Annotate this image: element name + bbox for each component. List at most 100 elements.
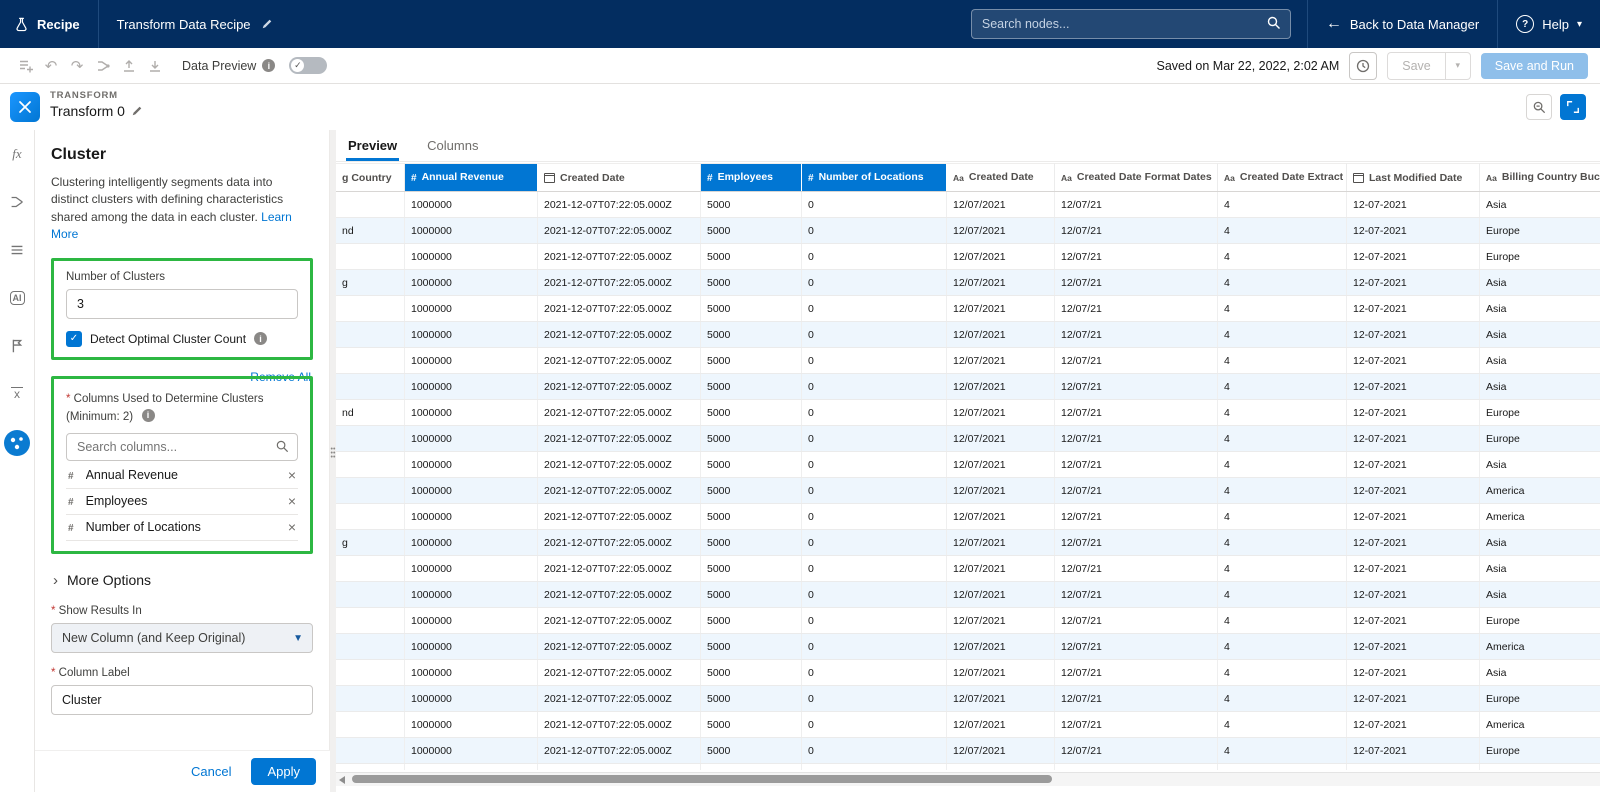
apply-button[interactable]: Apply — [251, 758, 316, 785]
number-of-clusters-input[interactable] — [66, 288, 298, 319]
scroll-left-icon[interactable] — [339, 776, 345, 784]
bucket-icon[interactable] — [5, 238, 29, 262]
formula-icon[interactable]: fx — [5, 142, 29, 166]
edit-title-icon[interactable] — [261, 18, 273, 30]
table-cell: 5000 — [700, 425, 802, 452]
download-icon[interactable] — [142, 54, 168, 78]
column-header-billing-country-bucket[interactable]: Billing Country Bucket — [1479, 163, 1600, 192]
remove-column-icon[interactable]: × — [288, 519, 296, 535]
info-icon[interactable]: i — [254, 332, 268, 346]
help-menu[interactable]: ? Help ▾ — [1498, 0, 1600, 48]
column-header-created-date-format-dates[interactable]: Created Date Format Dates — [1054, 163, 1218, 192]
table-cell — [336, 633, 405, 660]
table-row: g 1000000 2021-12-07T07:22:05.000Z 5000 0 12/… — [336, 529, 1600, 556]
table-row: 10000002021-12-07T07:22:05.000Z5000012/0… — [336, 321, 1600, 348]
selected-column-label: Number of Locations — [85, 520, 201, 535]
ai-icon[interactable]: AI — [5, 286, 29, 310]
table-cell: 0 — [801, 763, 947, 770]
text-type-icon — [1061, 172, 1072, 184]
table-cell: 2021-12-07T07:22:05.000Z — [537, 373, 701, 400]
column-header-g-country[interactable]: g Country — [336, 163, 405, 192]
history-button[interactable] — [1349, 51, 1378, 80]
table-cell: 12-07-2021 — [1346, 321, 1480, 348]
recipe-title: Transform Data Recipe — [116, 16, 251, 32]
flag-icon[interactable] — [5, 334, 29, 358]
table-cell: 5000 — [700, 737, 802, 764]
column-header-created-date[interactable]: Created Date — [537, 163, 701, 192]
table-cell: 1000000 — [404, 737, 538, 764]
show-results-select[interactable]: New Column (and Keep Original) ▼ — [51, 622, 313, 653]
column-header-number-of-locations[interactable]: Number of Locations — [801, 163, 947, 192]
table-cell: 5000 — [700, 295, 802, 322]
undo-icon[interactable]: ↶ — [38, 54, 64, 78]
table-cell: 4 — [1217, 607, 1347, 634]
search-icon[interactable] — [1266, 15, 1282, 31]
table-cell: 5000 — [700, 243, 802, 270]
selected-columns-list: Annual Revenue×Employees×Number of Locat… — [66, 463, 298, 541]
table-cell: 5000 — [700, 503, 802, 530]
detect-optimal-label: Detect Optimal Cluster Count — [90, 331, 247, 346]
save-dropdown-button[interactable]: ▾ — [1444, 51, 1471, 80]
data-preview-toggle[interactable]: ✓ — [289, 57, 328, 74]
text-type-icon — [1224, 172, 1235, 184]
horizontal-scrollbar[interactable] — [336, 772, 1600, 786]
column-header-label: Created Date — [968, 171, 1034, 184]
data-preview-table: g Country Annual Revenue Created Date Emplo… — [336, 162, 1600, 770]
save-and-run-button[interactable]: Save and Run — [1480, 52, 1588, 79]
redo-icon[interactable]: ↷ — [64, 54, 90, 78]
cancel-button[interactable]: Cancel — [181, 759, 242, 784]
table-row: 10000002021-12-07T07:22:05.000Z5000012/0… — [336, 373, 1600, 400]
remove-column-icon[interactable]: × — [288, 467, 296, 483]
column-header-created-date-extract[interactable]: Created Date Extract — [1217, 163, 1347, 192]
scrollbar-thumb[interactable] — [352, 775, 1052, 783]
edit-node-name-icon[interactable] — [131, 105, 143, 117]
table-cell: Asia — [1479, 581, 1600, 608]
add-node-icon[interactable] — [12, 54, 38, 78]
column-header-annual-revenue[interactable]: Annual Revenue — [404, 163, 538, 192]
tab-columns[interactable]: Columns — [425, 138, 480, 161]
table-cell: 12/07/2021 — [946, 659, 1055, 686]
search-columns-input[interactable] — [66, 432, 298, 461]
cluster-icon[interactable] — [4, 430, 30, 456]
table-cell: 2021-12-07T07:22:05.000Z — [537, 763, 701, 770]
back-to-data-manager-button[interactable]: ← Back to Data Manager — [1308, 0, 1497, 48]
anomaly-icon[interactable]: x — [5, 382, 29, 406]
selected-column-item: Annual Revenue × — [66, 463, 298, 489]
info-icon[interactable]: i — [141, 408, 155, 422]
column-label-input[interactable] — [51, 684, 313, 715]
table-cell: 4 — [1217, 529, 1347, 556]
column-header-last-modified-date[interactable]: Last Modified Date — [1346, 163, 1480, 192]
zoom-button[interactable] — [1526, 94, 1552, 120]
column-header-created-date[interactable]: Created Date — [946, 163, 1055, 192]
tab-preview[interactable]: Preview — [346, 138, 400, 161]
table-cell: 12/07/21 — [1054, 659, 1218, 686]
expand-button[interactable] — [1560, 94, 1586, 120]
table-cell: 1000000 — [404, 477, 538, 504]
table-cell: 12/07/2021 — [946, 477, 1055, 504]
table-cell: 4 — [1217, 451, 1347, 478]
split-icon[interactable] — [5, 190, 29, 214]
table-cell: 1000000 — [404, 217, 538, 244]
table-cell: 12/07/21 — [1054, 581, 1218, 608]
info-icon[interactable]: i — [262, 59, 276, 72]
app-label: Recipe — [37, 16, 80, 32]
search-nodes-input[interactable] — [971, 17, 1290, 31]
table-cell: 12-07-2021 — [1346, 477, 1480, 504]
table-cell: 4 — [1217, 425, 1347, 452]
column-header-employees[interactable]: Employees — [700, 163, 802, 192]
table-cell: 12/07/21 — [1054, 737, 1218, 764]
remove-column-icon[interactable]: × — [288, 493, 296, 509]
branch-icon[interactable] — [90, 54, 116, 78]
save-button[interactable]: Save — [1387, 51, 1445, 80]
upload-icon[interactable] — [116, 54, 142, 78]
more-options-toggle[interactable]: › More Options — [53, 572, 313, 589]
table-cell: 2021-12-07T07:22:05.000Z — [537, 347, 701, 374]
column-header-label: Created Date — [560, 171, 625, 184]
detect-optimal-checkbox[interactable]: ✓ — [66, 330, 82, 347]
table-cell: 0 — [801, 451, 947, 478]
table-cell — [336, 685, 405, 712]
table-cell: 1000000 — [404, 503, 538, 530]
number-type-icon — [808, 172, 814, 184]
panel-description: Clustering intelligently segments data i… — [51, 175, 284, 224]
columns-field-label: Columns Used to Determine Clusters (Mini… — [66, 393, 264, 423]
